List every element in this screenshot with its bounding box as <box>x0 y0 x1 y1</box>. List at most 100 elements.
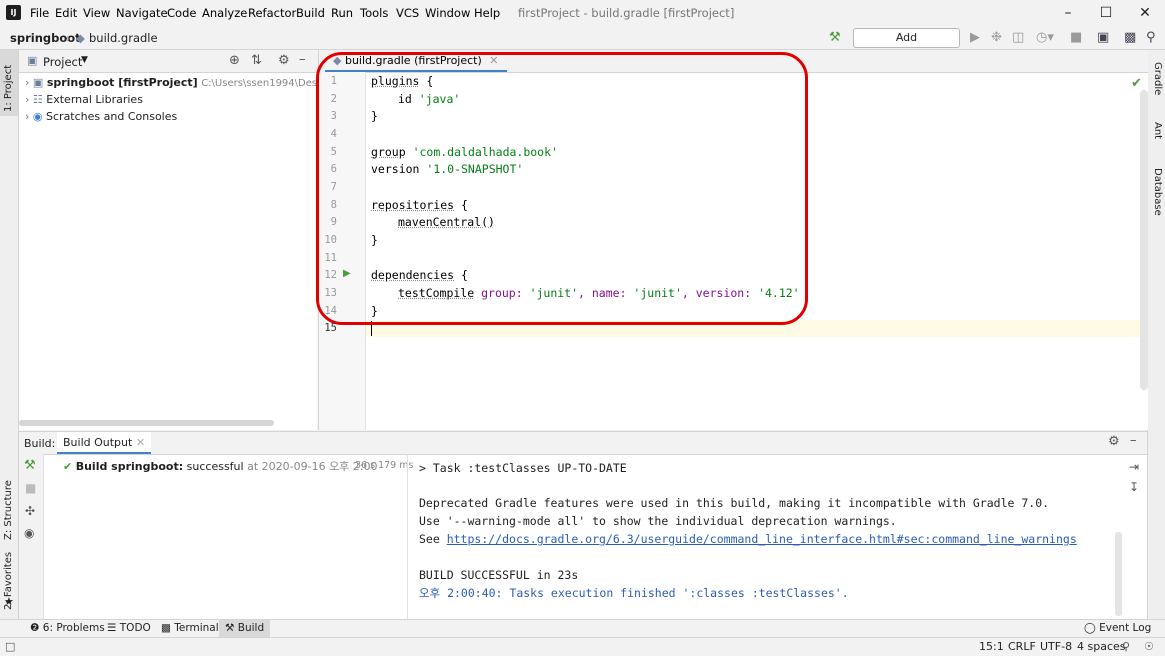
ant-tab-label: Ant <box>1152 122 1163 140</box>
menu-vcs[interactable]: VCS <box>396 6 419 20</box>
build-panel: Build: Build Output ✕ ⚙ – ⚒ ■ ✣ ◉ ✔ Buil… <box>19 431 1147 620</box>
minimize-icon[interactable]: – <box>1048 3 1088 23</box>
menu-tools[interactable]: Tools <box>360 6 388 20</box>
project-tool-tab[interactable]: 1: Project <box>0 50 18 116</box>
caret-position[interactable]: 15:1 <box>979 640 1004 653</box>
indent-setting[interactable]: 4 spaces <box>1077 640 1126 653</box>
tree-item-label: springboot [firstProject] <box>46 76 198 89</box>
breadcrumb-file[interactable]: build.gradle <box>89 31 158 45</box>
expand-arrow-icon[interactable]: › <box>25 93 29 106</box>
gear-icon[interactable]: ⚙ <box>1108 434 1120 449</box>
tree-item-external-libraries[interactable]: › ☷ External Libraries <box>25 93 143 106</box>
console-text: See <box>419 532 447 546</box>
hide-panel-icon[interactable]: – <box>1130 433 1137 448</box>
event-log-tab[interactable]: ◯ Event Log <box>1084 622 1151 634</box>
todo-icon: ☰ <box>107 622 117 634</box>
build-hammer-icon[interactable]: ⚒ <box>829 30 841 45</box>
debug-icon[interactable]: ❉ <box>991 30 1002 45</box>
build-result-status: successful <box>186 460 244 473</box>
lock-icon[interactable]: ⚲ <box>1122 640 1130 653</box>
build-panel-header: Build: Build Output ✕ ⚙ – <box>19 432 1147 455</box>
right-tool-stripe: Gradle Ant Database <box>1147 50 1165 635</box>
console-line: 오후 2:00:40: Tasks execution finished ':c… <box>419 586 849 600</box>
build-tab-label: Build <box>237 622 265 634</box>
gradle-tab-label: Gradle <box>1152 62 1163 96</box>
chevron-down-icon[interactable]: ▼ <box>81 55 88 65</box>
coverage-icon[interactable]: ◫ <box>1012 30 1024 45</box>
build-result-row[interactable]: ✔ Build springboot: successful at 2020-0… <box>63 458 378 474</box>
gear-icon[interactable]: ⚙ <box>278 53 290 68</box>
star-icon: ★ <box>4 595 14 608</box>
gradle-docs-link[interactable]: https://docs.gradle.org/6.3/userguide/co… <box>447 532 1077 546</box>
maximize-icon[interactable]: ☐ <box>1086 3 1126 23</box>
menu-help[interactable]: Help <box>474 6 500 20</box>
menu-build[interactable]: Build <box>296 6 325 20</box>
project-panel: ▣ Project ▼ ⊕ ⇅ ⚙ – › ▣ springboot [firs… <box>19 50 343 430</box>
rebuild-hammer-icon[interactable]: ⚒ <box>24 458 36 473</box>
stop-icon[interactable]: ■ <box>25 481 36 495</box>
tree-item-scratches[interactable]: › ◉ Scratches and Consoles <box>25 110 177 123</box>
gradle-file-icon: ◆ <box>76 31 85 45</box>
close-icon[interactable]: ✕ <box>1125 3 1165 23</box>
soft-wrap-icon[interactable]: ⇥ <box>1129 460 1139 474</box>
build-duration: 36 s 179 ms <box>355 460 414 471</box>
gradle-tool-tab[interactable]: Gradle <box>1148 54 1165 100</box>
menu-analyze[interactable]: Analyze <box>202 6 247 20</box>
menu-bar: IJ File Edit View Navigate Code Analyze … <box>0 0 1165 26</box>
search-icon[interactable]: ⚲ <box>1146 30 1156 45</box>
terminal-tab[interactable]: ▩ Terminal <box>161 622 219 634</box>
menu-refactor[interactable]: Refactor <box>248 6 296 20</box>
expand-arrow-icon[interactable]: › <box>25 76 29 89</box>
scroll-to-end-icon[interactable]: ↧ <box>1129 480 1139 494</box>
console-scrollbar[interactable] <box>1115 532 1122 616</box>
close-tab-icon[interactable]: ✕ <box>136 436 145 449</box>
menu-edit[interactable]: Edit <box>55 6 77 20</box>
stop-icon[interactable]: ■ <box>1070 30 1082 45</box>
inspector-icon[interactable]: ☉ <box>1144 640 1154 653</box>
tree-item-label: Scratches and Consoles <box>46 110 178 123</box>
project-panel-header: ▣ Project ▼ ⊕ ⇅ ⚙ – <box>19 50 317 73</box>
locate-icon[interactable]: ⊕ <box>229 53 240 68</box>
layout-icon[interactable]: ▩ <box>1124 30 1136 45</box>
hide-panel-icon[interactable]: – <box>299 52 306 67</box>
chevron-right-icon: › <box>66 31 71 45</box>
menu-run[interactable]: Run <box>331 6 353 20</box>
tool-window-bar: ❷ 6: Problems ☰ TODO ▩ Terminal ⚒ Build … <box>0 619 1165 638</box>
build-console[interactable]: > Task :testClasses UP-TO-DATE Deprecate… <box>419 454 1119 620</box>
build-tab[interactable]: ⚒ Build <box>219 620 271 638</box>
structure-tab-label: Z: Structure <box>3 480 14 540</box>
splitter[interactable] <box>407 454 408 620</box>
vertical-scrollbar[interactable] <box>1140 90 1148 390</box>
file-encoding[interactable]: UTF-8 <box>1040 640 1072 653</box>
navigation-bar: springboot › ◆ build.gradle ⚒ Add Config… <box>0 27 1165 62</box>
folder-icon: ▣ <box>27 54 38 67</box>
menu-window[interactable]: Window <box>425 6 470 20</box>
menu-navigate[interactable]: Navigate <box>116 6 168 20</box>
todo-tab[interactable]: ☰ TODO <box>107 622 151 634</box>
menu-view[interactable]: View <box>83 6 110 20</box>
status-bar: □ 15:1 CRLF UTF-8 4 spaces ⚲ ☉ <box>0 637 1165 656</box>
project-view-selector[interactable]: Project <box>43 55 82 69</box>
terminal-icon: ▩ <box>161 622 171 634</box>
highlight-annotation <box>316 52 808 325</box>
menu-code[interactable]: Code <box>167 6 196 20</box>
menu-file[interactable]: File <box>30 6 49 20</box>
run-icon[interactable]: ▶ <box>970 30 980 45</box>
add-configuration-button[interactable]: Add Configuration... <box>853 28 960 62</box>
line-separator[interactable]: CRLF <box>1008 640 1036 653</box>
tree-item-springboot[interactable]: › ▣ springboot [firstProject] C:\Users\s… <box>25 76 343 89</box>
problems-tab[interactable]: ❷ 6: Problems <box>30 622 105 634</box>
structure-tool-tab[interactable]: Z: Structure <box>0 462 18 542</box>
project-structure-icon[interactable]: ▣ <box>1097 30 1109 45</box>
eye-icon[interactable]: ◉ <box>24 526 34 540</box>
libraries-icon: ☷ <box>32 93 43 106</box>
pin-icon[interactable]: ✣ <box>25 504 35 518</box>
collapse-all-icon[interactable]: ⇅ <box>251 53 262 68</box>
ant-tool-tab[interactable]: Ant <box>1148 108 1165 144</box>
horizontal-scrollbar[interactable] <box>19 420 274 426</box>
database-tool-tab[interactable]: Database <box>1148 154 1165 216</box>
toggle-tool-windows-icon[interactable]: □ <box>5 640 15 653</box>
expand-arrow-icon[interactable]: › <box>25 110 29 123</box>
profile-icon[interactable]: ◷▾ <box>1036 30 1054 45</box>
build-output-tab[interactable]: Build Output ✕ <box>57 432 152 454</box>
